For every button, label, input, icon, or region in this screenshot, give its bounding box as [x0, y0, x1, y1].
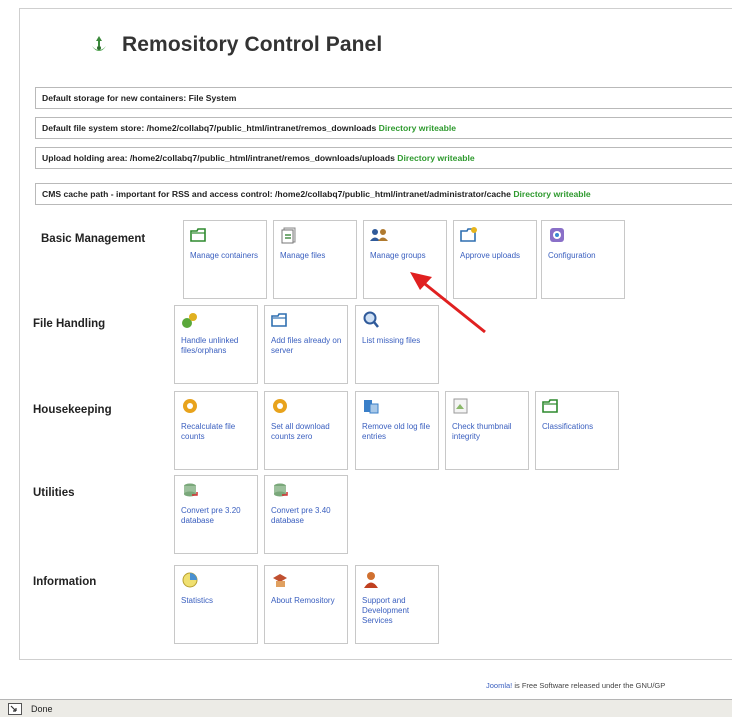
unlinked-files-icon — [182, 313, 197, 328]
add-files-on-server-button[interactable]: Add files already on server — [264, 305, 348, 384]
tile-label: Statistics — [181, 596, 214, 605]
tile-label: About Remository — [271, 596, 335, 605]
remository-logo-icon — [92, 36, 106, 51]
tile-label: Manage containers — [190, 251, 259, 260]
browser-statusbar: Done — [0, 699, 732, 717]
footer-text: Joomla! is Free Software released under … — [486, 681, 665, 690]
classifications-button[interactable]: Classifications — [535, 391, 619, 470]
joomla-link[interactable]: Joomla! — [486, 681, 512, 690]
tile-label: Manage groups — [370, 251, 426, 260]
support-icon — [364, 572, 378, 588]
tile-label: Support and Development Services — [362, 596, 410, 625]
page-title: Remository Control Panel — [122, 33, 383, 56]
log-icon — [364, 400, 379, 414]
remove-old-log-entries-button[interactable]: Remove old log file entries — [355, 391, 439, 470]
section-housekeeping: Housekeeping — [33, 404, 112, 416]
manage-groups-button[interactable]: Manage groups — [363, 220, 447, 299]
status-text: Done — [31, 703, 53, 714]
info-label: Upload holding area: /home2/collabq7/pub… — [42, 153, 395, 163]
approve-uploads-button[interactable]: Approve uploads — [453, 220, 537, 299]
approve-folder-icon — [460, 227, 477, 242]
manage-containers-button[interactable]: Manage containers — [183, 220, 267, 299]
about-icon — [273, 574, 287, 587]
support-development-services-button[interactable]: Support and Development Services — [355, 565, 439, 644]
info-row-default-storage: Default storage for new containers: File… — [35, 87, 732, 109]
info-row-upload-area: Upload holding area: /home2/collabq7/pub… — [35, 147, 732, 169]
tile-label: Configuration — [548, 251, 596, 260]
footer-license-text: is Free Software released under the GNU/… — [512, 681, 666, 690]
section-information: Information — [33, 576, 97, 588]
title-row: Remository Control Panel — [88, 28, 382, 62]
tile-label: Check thumbnail integrity — [452, 422, 512, 441]
recalc-icon — [183, 399, 197, 413]
files-icon — [281, 227, 296, 244]
info-label: Default storage for new containers: File… — [42, 93, 237, 103]
status-writeable: Directory writeable — [378, 123, 457, 133]
tile-label: Classifications — [542, 422, 594, 431]
tile-label: Set all download counts zero — [271, 422, 330, 441]
page-done-icon — [8, 702, 22, 715]
tile-label: Add files already on server — [271, 336, 342, 355]
list-missing-files-button[interactable]: List missing files — [355, 305, 439, 384]
thumbnail-icon — [453, 398, 468, 414]
statistics-icon — [182, 572, 198, 588]
tile-label: Approve uploads — [460, 251, 521, 260]
tile-label: Recalculate file counts — [181, 422, 236, 441]
tile-label: Handle unlinked files/orphans — [181, 336, 239, 355]
group-icon — [370, 229, 388, 241]
info-row-cache-path: CMS cache path - important for RSS and a… — [35, 183, 732, 205]
status-writeable: Directory writeable — [513, 189, 591, 199]
statistics-button[interactable]: Statistics — [174, 565, 258, 644]
handle-unlinked-files-button[interactable]: Handle unlinked files/orphans — [174, 305, 258, 384]
manage-files-button[interactable]: Manage files — [273, 220, 357, 299]
tile-label: Remove old log file entries — [362, 422, 431, 441]
classifications-icon — [542, 399, 558, 413]
status-writeable: Directory writeable — [397, 153, 475, 163]
configuration-button[interactable]: Configuration — [541, 220, 625, 299]
check-thumbnail-integrity-button[interactable]: Check thumbnail integrity — [445, 391, 529, 470]
database-convert-icon — [184, 483, 198, 497]
reset-download-counts-button[interactable]: Set all download counts zero — [264, 391, 348, 470]
info-label: CMS cache path - important for RSS and a… — [42, 189, 511, 199]
tile-label: Manage files — [280, 251, 326, 260]
convert-pre-340-database-button[interactable]: Convert pre 3.40 database — [264, 475, 348, 554]
database-convert-icon — [274, 483, 288, 497]
about-remository-button[interactable]: About Remository — [264, 565, 348, 644]
tile-label: Convert pre 3.20 database — [181, 506, 241, 525]
convert-pre-320-database-button[interactable]: Convert pre 3.20 database — [174, 475, 258, 554]
info-row-file-store: Default file system store: /home2/collab… — [35, 117, 732, 139]
tile-label: Convert pre 3.40 database — [271, 506, 331, 525]
section-basic-management: Basic Management — [41, 233, 146, 245]
recalculate-file-counts-button[interactable]: Recalculate file counts — [174, 391, 258, 470]
tile-label: List missing files — [362, 336, 421, 345]
info-label: Default file system store: /home2/collab… — [42, 123, 377, 133]
section-file-handling: File Handling — [33, 318, 106, 330]
folder-icon — [190, 228, 206, 242]
reset-counts-icon — [273, 399, 287, 413]
search-icon — [363, 311, 379, 328]
add-folder-icon — [271, 313, 287, 327]
configuration-icon — [550, 228, 564, 242]
section-utilities: Utilities — [33, 487, 75, 499]
